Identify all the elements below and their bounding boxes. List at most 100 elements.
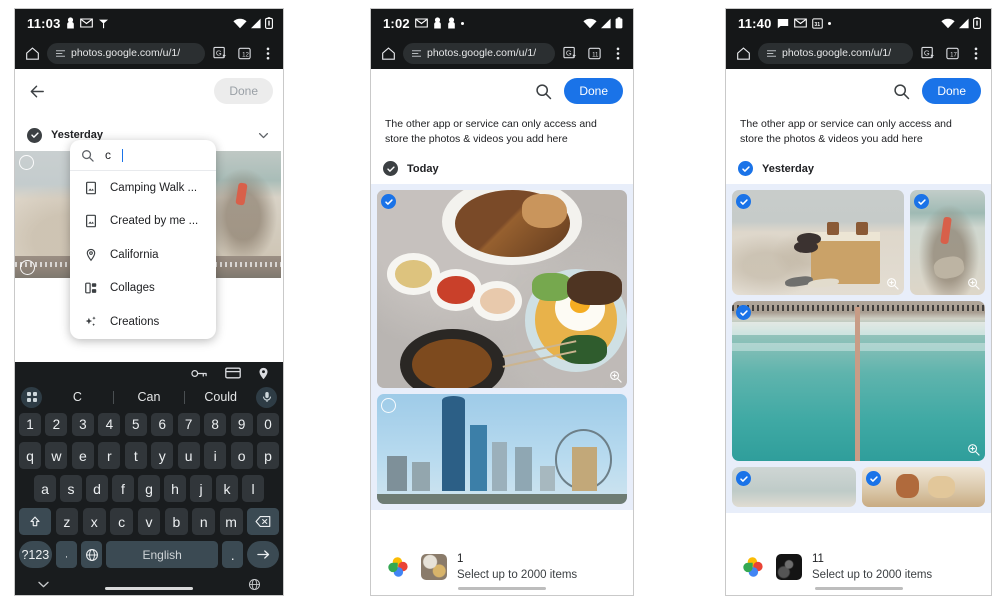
password-key-icon[interactable] — [191, 368, 208, 379]
suggestion-item[interactable]: California — [70, 238, 216, 272]
search-icon[interactable] — [890, 80, 912, 102]
space-key[interactable]: English — [106, 541, 218, 568]
done-button[interactable]: Done — [564, 78, 623, 104]
shift-up-icon[interactable] — [19, 508, 51, 535]
zoom-in-icon[interactable] — [967, 277, 980, 290]
microphone-icon[interactable] — [256, 386, 278, 408]
section-header-yesterday[interactable]: Yesterday — [726, 147, 991, 184]
key-x[interactable]: x — [82, 508, 106, 535]
key-1[interactable]: 1 — [18, 413, 41, 436]
key-s[interactable]: s — [60, 475, 82, 502]
key-a[interactable]: a — [34, 475, 56, 502]
photo-tile-partial-left[interactable] — [732, 467, 856, 507]
translate-icon[interactable]: G — [211, 44, 229, 62]
key-6[interactable]: 6 — [151, 413, 174, 436]
payment-card-icon[interactable] — [225, 367, 241, 379]
suggestion-item[interactable]: Created by me ... — [70, 205, 216, 239]
suggestion-item[interactable]: Creations — [70, 305, 216, 339]
key-5[interactable]: 5 — [124, 413, 147, 436]
key-n[interactable]: n — [192, 508, 216, 535]
photo-select-circle[interactable] — [381, 398, 396, 413]
photo-tile-beach-bag[interactable] — [732, 190, 904, 295]
calendar-icon[interactable]: 17 — [943, 44, 961, 62]
enter-arrow-icon[interactable] — [247, 541, 279, 568]
calendar-icon[interactable]: 11 — [585, 44, 603, 62]
key-k[interactable]: k — [216, 475, 238, 502]
search-icon[interactable] — [532, 80, 554, 102]
key-m[interactable]: m — [219, 508, 243, 535]
key-8[interactable]: 8 — [204, 413, 227, 436]
key-h[interactable]: h — [164, 475, 186, 502]
key-g[interactable]: g — [138, 475, 160, 502]
zoom-in-icon[interactable] — [609, 370, 622, 383]
section-checkbox[interactable] — [27, 127, 42, 143]
address-pin-icon[interactable] — [258, 367, 269, 380]
url-bar[interactable]: photos.google.com/u/1/ — [758, 42, 913, 64]
section-header-today[interactable]: Today — [371, 147, 633, 184]
translate-icon[interactable]: G — [561, 44, 579, 62]
translate-icon[interactable]: G — [919, 44, 937, 62]
key-d[interactable]: d — [86, 475, 108, 502]
key-c[interactable]: c — [110, 508, 134, 535]
language-globe-icon[interactable] — [248, 578, 261, 591]
symbols-key[interactable]: ?123 — [19, 541, 52, 568]
language-globe-icon[interactable] — [81, 541, 102, 568]
period-key[interactable]: . — [222, 541, 243, 568]
key-0[interactable]: 0 — [257, 413, 280, 436]
overflow-menu-icon[interactable] — [967, 44, 985, 62]
key-j[interactable]: j — [190, 475, 212, 502]
zoom-in-icon[interactable] — [967, 443, 980, 456]
home-icon[interactable] — [379, 44, 397, 62]
section-checkbox[interactable] — [738, 161, 753, 176]
key-l[interactable]: l — [242, 475, 264, 502]
key-4[interactable]: 4 — [98, 413, 121, 436]
key-u[interactable]: u — [177, 442, 200, 469]
overflow-menu-icon[interactable] — [609, 44, 627, 62]
suggestion-item[interactable]: Collages — [70, 272, 216, 306]
key-7[interactable]: 7 — [177, 413, 200, 436]
done-button[interactable]: Done — [214, 78, 273, 104]
photo-select-checkbox[interactable] — [736, 471, 751, 486]
key-w[interactable]: w — [45, 442, 68, 469]
search-field[interactable]: c — [70, 140, 216, 171]
key-e[interactable]: e — [71, 442, 94, 469]
photo-select-checkbox[interactable] — [914, 194, 929, 209]
key-o[interactable]: o — [230, 442, 253, 469]
photo-tile-partial-right[interactable] — [862, 467, 985, 507]
overflow-menu-icon[interactable] — [259, 44, 277, 62]
photo-select-checkbox[interactable] — [381, 194, 396, 209]
photo-select-checkbox[interactable] — [736, 305, 751, 320]
suggestion-2[interactable]: Can — [114, 390, 185, 404]
photo-select-checkbox[interactable] — [866, 471, 881, 486]
photo-select-checkbox[interactable] — [736, 194, 751, 209]
url-bar[interactable]: photos.google.com/u/1/ — [403, 42, 555, 64]
section-checkbox[interactable] — [383, 161, 398, 176]
photo-tile-aerial-pier[interactable] — [732, 301, 985, 461]
chevron-down-icon[interactable] — [255, 127, 271, 143]
url-bar[interactable]: photos.google.com/u/1/ — [47, 42, 205, 64]
key-f[interactable]: f — [112, 475, 134, 502]
key-i[interactable]: i — [204, 442, 227, 469]
key-q[interactable]: q — [18, 442, 41, 469]
key-b[interactable]: b — [164, 508, 188, 535]
key-9[interactable]: 9 — [230, 413, 253, 436]
photo-tile-city-skyline[interactable] — [377, 394, 627, 504]
key-p[interactable]: p — [257, 442, 280, 469]
key-v[interactable]: v — [137, 508, 161, 535]
chevron-down-icon[interactable] — [37, 580, 50, 589]
key-2[interactable]: 2 — [45, 413, 68, 436]
key-3[interactable]: 3 — [71, 413, 94, 436]
key-t[interactable]: t — [124, 442, 147, 469]
key-y[interactable]: y — [151, 442, 174, 469]
photo-select-circle[interactable] — [19, 155, 34, 170]
suggestion-3[interactable]: Could — [185, 390, 256, 404]
done-button[interactable]: Done — [922, 78, 981, 104]
suggestion-1[interactable]: C — [42, 390, 113, 404]
keyboard-grid-icon[interactable] — [21, 386, 42, 408]
backspace-icon[interactable] — [247, 508, 280, 535]
zoom-in-icon[interactable] — [886, 277, 899, 290]
key-z[interactable]: z — [55, 508, 79, 535]
photo-tile-beach-rocks[interactable] — [910, 190, 985, 295]
photo-select-circle[interactable] — [20, 260, 35, 275]
back-arrow-icon[interactable] — [25, 79, 49, 103]
